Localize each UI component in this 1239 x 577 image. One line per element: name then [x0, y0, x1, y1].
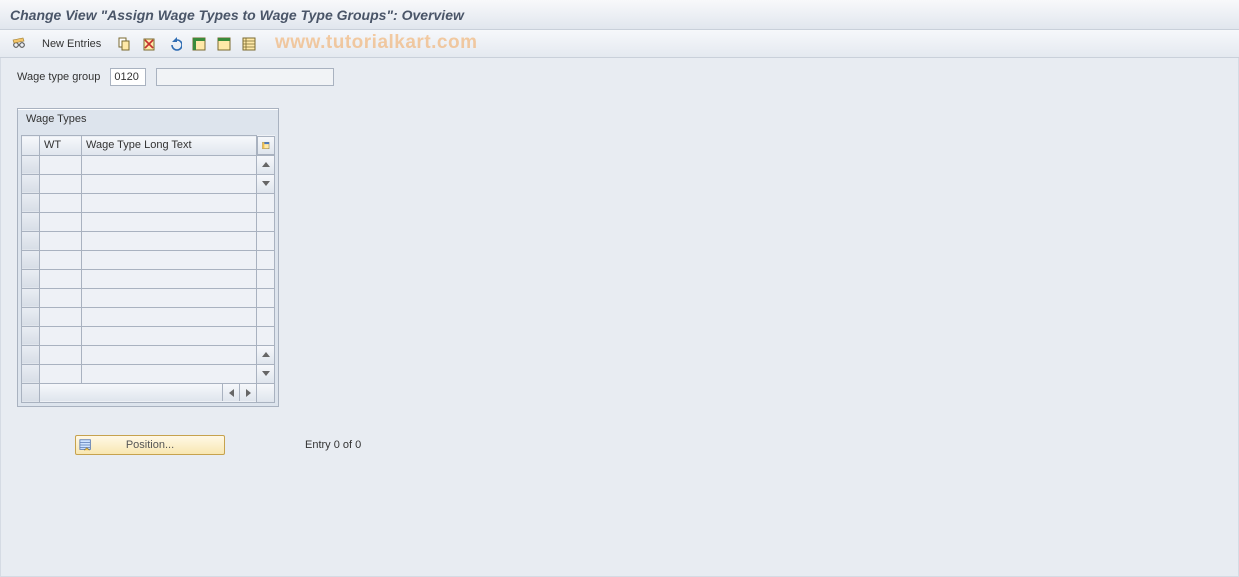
row-selector[interactable] — [22, 193, 40, 212]
row-selector[interactable] — [22, 155, 40, 174]
vertical-scrollbar-track[interactable] — [257, 289, 274, 307]
table-settings-icon — [262, 139, 270, 152]
application-toolbar: New Entries — [0, 30, 1239, 58]
cell-long-text[interactable] — [82, 307, 257, 326]
row-selector[interactable] — [22, 231, 40, 250]
watermark-text: www.tutorialkart.com — [275, 32, 478, 54]
row-selector[interactable] — [22, 307, 40, 326]
triangle-down-icon — [262, 181, 270, 186]
cell-long-text[interactable] — [82, 212, 257, 231]
cell-long-text[interactable] — [82, 193, 257, 212]
copy-icon — [116, 36, 132, 52]
scroll-up-button[interactable] — [257, 156, 274, 174]
title-bar: Change View "Assign Wage Types to Wage T… — [0, 0, 1239, 30]
row-selector[interactable] — [22, 269, 40, 288]
row-selector[interactable] — [22, 364, 40, 383]
delete-button[interactable] — [138, 34, 160, 54]
scroll-up-bottom-button[interactable] — [257, 346, 274, 364]
cell-long-text[interactable] — [82, 288, 257, 307]
cell-wt[interactable] — [40, 250, 82, 269]
row-selector[interactable] — [22, 250, 40, 269]
group-title: Wage Types — [18, 109, 278, 135]
triangle-right-icon — [246, 389, 251, 397]
toggle-change-display-button[interactable] — [8, 34, 30, 54]
position-button[interactable]: Position... — [75, 435, 225, 455]
vertical-scrollbar-track[interactable] — [257, 194, 274, 212]
wage-types-group: Wage Types WT Wage Type Long Text — [17, 108, 279, 407]
wage-type-group-code-field[interactable]: 0120 — [110, 68, 146, 86]
scroll-down-button[interactable] — [257, 175, 274, 193]
cell-wt[interactable] — [40, 364, 82, 383]
wage-types-table: WT Wage Type Long Text — [21, 135, 275, 403]
wage-type-group-row: Wage type group 0120 — [17, 68, 1222, 86]
row-selector[interactable] — [22, 212, 40, 231]
cell-long-text[interactable] — [82, 269, 257, 288]
select-all-button[interactable] — [188, 34, 210, 54]
cell-long-text[interactable] — [82, 345, 257, 364]
vertical-scrollbar-track[interactable] — [257, 232, 274, 250]
vertical-scrollbar-track[interactable] — [257, 251, 274, 269]
vertical-scrollbar-track[interactable] — [257, 308, 274, 326]
row-selector[interactable] — [22, 326, 40, 345]
delete-icon — [141, 36, 157, 52]
scroll-down-bottom-button[interactable] — [257, 365, 274, 383]
cell-wt[interactable] — [40, 193, 82, 212]
horizontal-scrollbar[interactable] — [40, 384, 256, 401]
scroll-left-button[interactable] — [222, 384, 239, 401]
select-block-icon — [216, 36, 232, 52]
position-button-label: Position... — [126, 439, 174, 451]
select-all-icon — [191, 36, 207, 52]
row-selector-header[interactable] — [22, 136, 40, 156]
cell-long-text[interactable] — [82, 231, 257, 250]
cell-long-text[interactable] — [82, 250, 257, 269]
triangle-up-icon — [262, 162, 270, 167]
undo-icon — [166, 36, 182, 52]
undo-change-button[interactable] — [163, 34, 185, 54]
row-selector[interactable] — [22, 288, 40, 307]
cell-long-text[interactable] — [82, 155, 257, 174]
copy-as-button[interactable] — [113, 34, 135, 54]
cell-long-text[interactable] — [82, 364, 257, 383]
cell-wt[interactable] — [40, 307, 82, 326]
triangle-down-icon — [262, 371, 270, 376]
triangle-up-icon — [262, 352, 270, 357]
deselect-all-icon — [241, 36, 257, 52]
hscroll-corner — [22, 383, 40, 402]
cell-long-text[interactable] — [82, 174, 257, 193]
select-block-button[interactable] — [213, 34, 235, 54]
scrollbar-corner — [257, 384, 274, 402]
cell-wt[interactable] — [40, 174, 82, 193]
cell-wt[interactable] — [40, 231, 82, 250]
cell-wt[interactable] — [40, 288, 82, 307]
column-header-wt[interactable]: WT — [40, 136, 82, 156]
cell-wt[interactable] — [40, 345, 82, 364]
configure-columns-button[interactable] — [257, 136, 275, 155]
entry-counter: Entry 0 of 0 — [305, 439, 361, 451]
vertical-scrollbar-track[interactable] — [257, 270, 274, 288]
column-header-long-text[interactable]: Wage Type Long Text — [82, 136, 257, 156]
page-title: Change View "Assign Wage Types to Wage T… — [10, 7, 464, 23]
cell-wt[interactable] — [40, 326, 82, 345]
content-area: Wage type group 0120 Wage Types WT Wage … — [0, 58, 1239, 577]
row-selector[interactable] — [22, 174, 40, 193]
triangle-left-icon — [229, 389, 234, 397]
wage-type-group-label: Wage type group — [17, 71, 100, 83]
cell-wt[interactable] — [40, 269, 82, 288]
cell-long-text[interactable] — [82, 326, 257, 345]
row-selector[interactable] — [22, 345, 40, 364]
cell-wt[interactable] — [40, 212, 82, 231]
vertical-scrollbar-track[interactable] — [257, 213, 274, 231]
new-entries-button[interactable]: New Entries — [33, 34, 110, 54]
wage-type-group-desc-field[interactable] — [156, 68, 334, 86]
vertical-scrollbar-track[interactable] — [257, 327, 274, 345]
position-icon — [79, 438, 93, 452]
scroll-right-button[interactable] — [239, 384, 256, 401]
deselect-all-button[interactable] — [238, 34, 260, 54]
cell-wt[interactable] — [40, 155, 82, 174]
pencil-glasses-icon — [11, 36, 27, 52]
